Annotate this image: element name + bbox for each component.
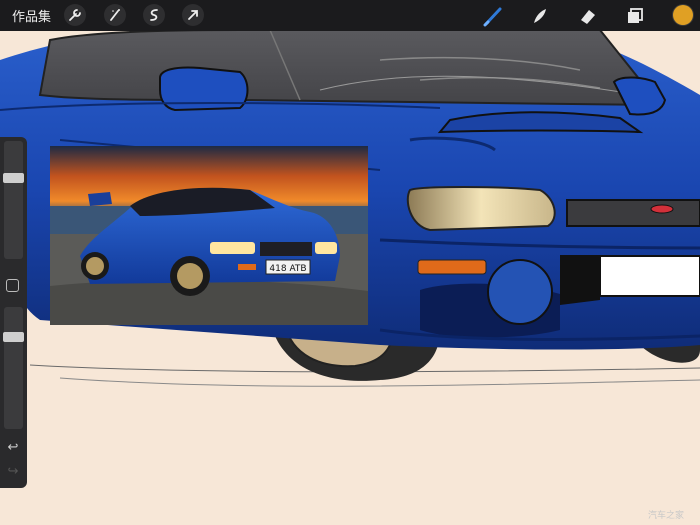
brush-size-thumb[interactable] bbox=[3, 173, 24, 183]
top-toolbar: 作品集 bbox=[0, 0, 700, 31]
smudge-icon[interactable] bbox=[527, 3, 553, 29]
brush-icon[interactable] bbox=[480, 3, 506, 29]
reference-photo[interactable]: 418 ATB bbox=[50, 146, 368, 325]
magic-wand-icon[interactable] bbox=[104, 4, 126, 26]
watermark-text: 汽车之家 bbox=[648, 511, 685, 521]
brush-size-slider[interactable] bbox=[3, 141, 24, 259]
reference-photo-image: 418 ATB bbox=[50, 146, 368, 325]
gallery-button[interactable]: 作品集 bbox=[12, 6, 51, 25]
layers-icon[interactable] bbox=[622, 3, 648, 29]
wrench-icon[interactable] bbox=[64, 4, 86, 26]
left-sidebar: ↩ ↪ bbox=[0, 137, 27, 488]
square-icon[interactable] bbox=[6, 279, 19, 292]
opacity-slider[interactable] bbox=[3, 307, 24, 429]
transform-arrow-icon[interactable] bbox=[182, 4, 204, 26]
redo-arrow-icon[interactable]: ↪ bbox=[5, 463, 21, 479]
selection-icon[interactable] bbox=[143, 4, 165, 26]
eraser-icon[interactable] bbox=[575, 3, 601, 29]
undo-arrow-icon[interactable]: ↩ bbox=[5, 439, 21, 455]
color-picker-button[interactable] bbox=[673, 5, 693, 25]
opacity-thumb[interactable] bbox=[3, 332, 24, 342]
license-plate-text: 418 ATB bbox=[269, 264, 306, 274]
